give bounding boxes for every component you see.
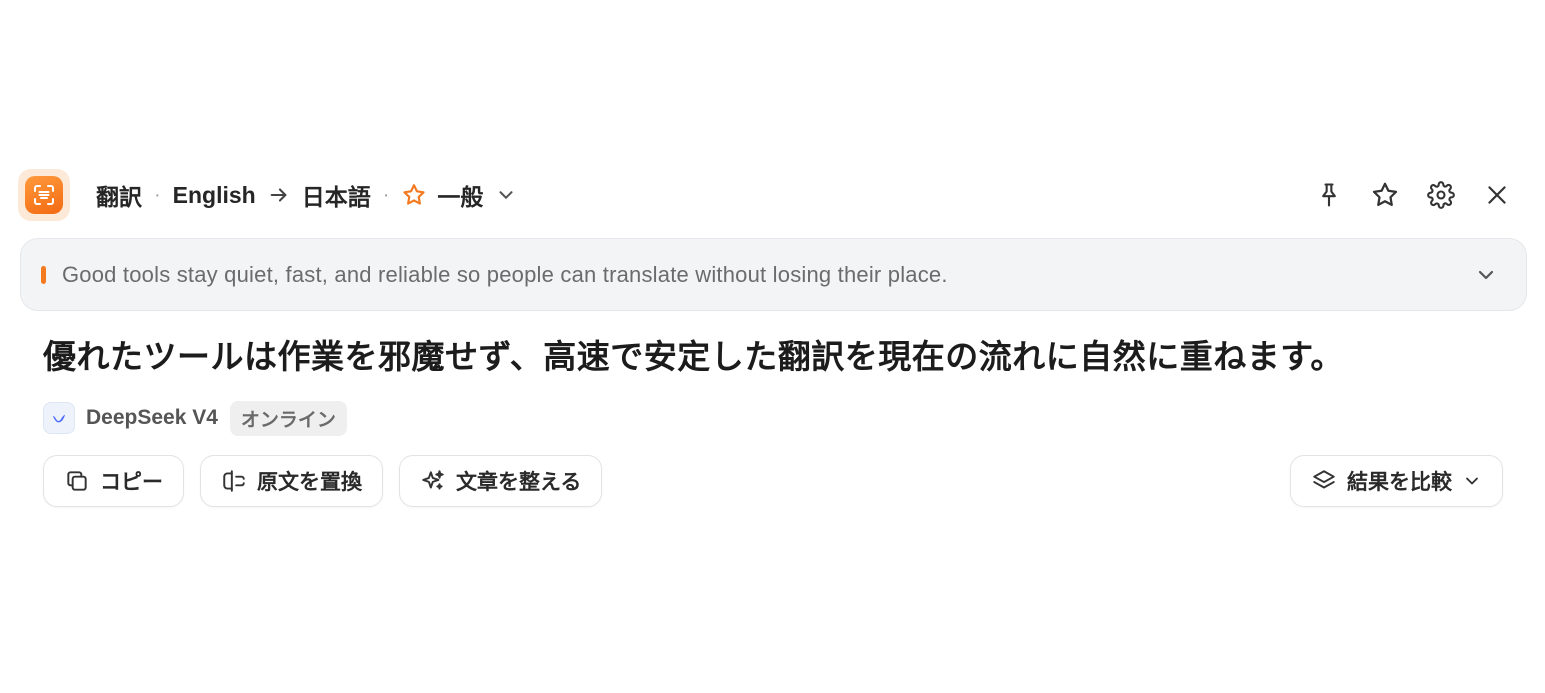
header: 翻訳 · English 日本語 · 一般 (18, 168, 1528, 222)
replace-icon (221, 468, 247, 494)
breadcrumb: 翻訳 · English 日本語 · 一般 (96, 178, 517, 212)
translation-result: 優れたツールは作業を邪魔せず、高速で安定した翻訳を現在の流れに自然に重ねます。 (43, 338, 1344, 375)
source-text-box[interactable]: Good tools stay quiet, fast, and reliabl… (20, 238, 1527, 311)
separator-dot: · (382, 183, 390, 206)
mode-label[interactable]: 翻訳 (96, 178, 142, 212)
close-icon[interactable] (1480, 178, 1514, 212)
pin-icon[interactable] (1312, 178, 1346, 212)
translation-popup: 翻訳 · English 日本語 · 一般 Good tools stay qu… (0, 0, 1545, 693)
app-icon[interactable] (18, 169, 70, 221)
deepseek-icon (43, 402, 75, 434)
compare-label: 結果を比較 (1347, 471, 1452, 494)
status-badge: オンライン (229, 400, 347, 436)
source-text: Good tools stay quiet, fast, and reliabl… (62, 261, 948, 287)
target-language[interactable]: 日本語 (302, 178, 371, 212)
source-language[interactable]: English (173, 182, 256, 209)
copy-button[interactable]: コピー (43, 455, 184, 507)
model-info: DeepSeek V4 オンライン (43, 400, 347, 436)
sparkle-icon (420, 468, 446, 494)
chevron-down-icon[interactable] (1474, 263, 1498, 287)
layers-icon (1311, 468, 1337, 494)
action-bar: コピー 原文を置換 文章を整える 結果を比較 (43, 455, 1503, 507)
gear-icon[interactable] (1424, 178, 1458, 212)
copy-icon (64, 468, 90, 494)
replace-source-button[interactable]: 原文を置換 (200, 455, 383, 507)
chevron-down-icon[interactable] (495, 184, 517, 206)
chevron-down-icon (1462, 471, 1482, 491)
source-accent-bar (41, 265, 46, 284)
polish-label: 文章を整える (456, 471, 582, 494)
arrow-right-icon (268, 184, 290, 206)
compare-results-button[interactable]: 結果を比較 (1290, 455, 1503, 507)
translate-scan-icon (25, 176, 63, 214)
star-icon (401, 182, 427, 208)
model-name: DeepSeek V4 (86, 406, 218, 429)
favorite-star-icon[interactable] (1368, 178, 1402, 212)
separator-dot: · (154, 183, 161, 206)
replace-label: 原文を置換 (257, 471, 362, 494)
style-label[interactable]: 一般 (437, 178, 483, 212)
copy-label: コピー (100, 471, 163, 494)
polish-text-button[interactable]: 文章を整える (399, 455, 603, 507)
header-actions (1312, 178, 1528, 212)
